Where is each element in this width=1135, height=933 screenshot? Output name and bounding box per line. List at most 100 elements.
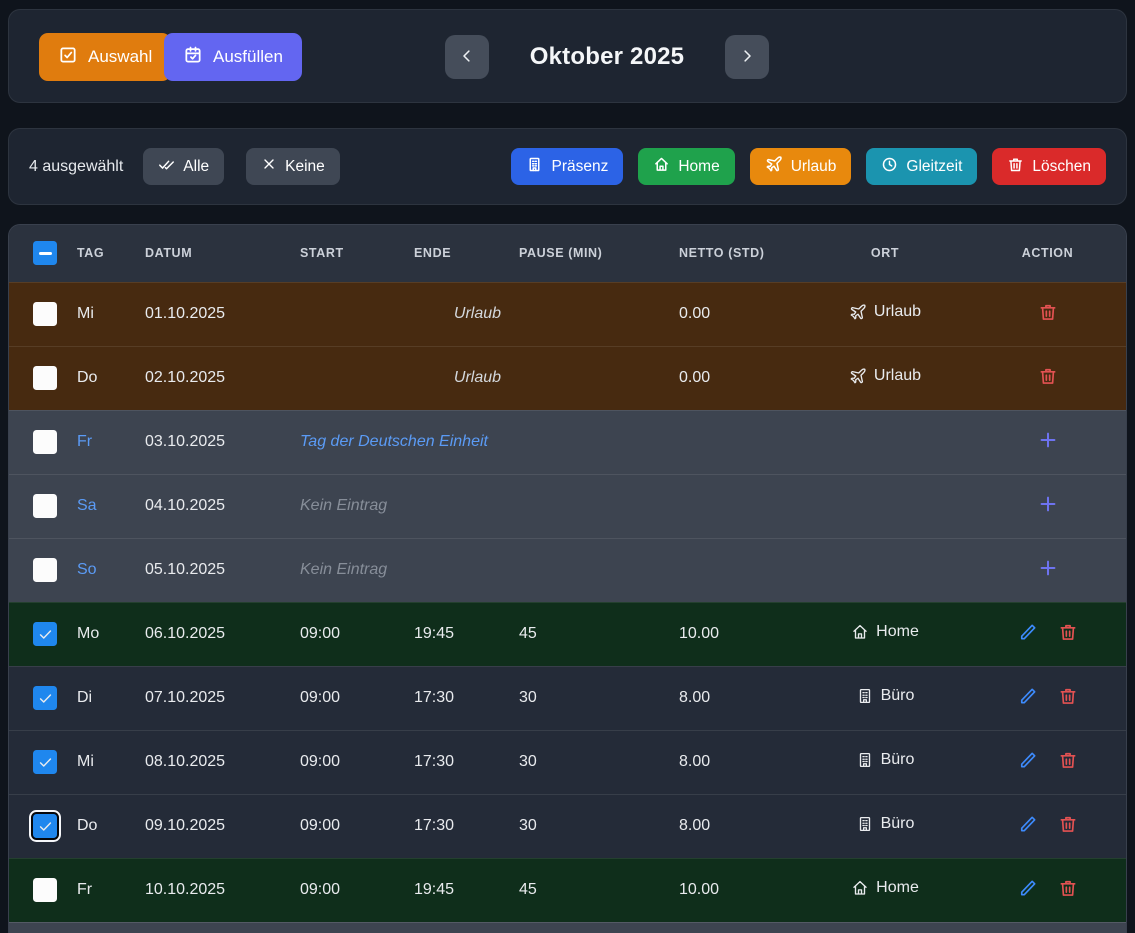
cell-date: 04.10.2025 [133,474,288,538]
edit-button[interactable] [1018,814,1038,834]
page: Auswahl Ausfüllen Oktober 2025 4 ausgewä… [0,9,1135,933]
auswahl-button[interactable]: Auswahl [39,33,171,81]
ort-label: Urlaub [874,303,921,321]
cell-action [967,602,1127,666]
header-tag: TAG [65,225,133,282]
cell-ort [803,474,967,538]
minus-icon [39,252,52,256]
table-row: Mi08.10.202509:0017:30308.00Büro [9,730,1127,794]
home-button[interactable]: Home [638,148,734,185]
row-checkbox[interactable] [33,558,57,582]
header-start: START [288,225,402,282]
pencil-icon [1018,622,1038,642]
ort-label: Büro [881,751,915,769]
check-icon [37,754,54,771]
selection-toolbar: 4 ausgewählt Alle Keine Präsenz Home Url… [8,128,1127,205]
cell-date: 03.10.2025 [133,410,288,474]
select-all-checkbox[interactable] [33,241,57,265]
building-icon [526,156,543,178]
cell-ort: Büro [803,730,967,794]
ort-label: Büro [881,687,915,705]
gleitzeit-button[interactable]: Gleitzeit [866,148,977,185]
delete-button[interactable] [1038,302,1058,322]
cell-start: 09:00 [288,730,402,794]
table-row: Mo06.10.202509:0019:454510.00Home [9,602,1127,666]
row-checkbox[interactable] [33,750,57,774]
table-row: Do09.10.202509:0017:30308.00Büro [9,794,1127,858]
row-checkbox[interactable] [33,814,57,838]
edit-button[interactable] [1018,878,1038,898]
table-row: Di07.10.202509:0017:30308.00Büro [9,666,1127,730]
chevron-left-icon [458,47,476,68]
cell-action [967,410,1127,474]
delete-button[interactable] [1038,366,1058,386]
ort-label: Büro [881,815,915,833]
ausfuellen-label: Ausfüllen [213,47,283,67]
ausfuellen-button[interactable]: Ausfüllen [164,33,302,81]
edit-button[interactable] [1018,750,1038,770]
row-checkbox[interactable] [33,494,57,518]
plane-icon [849,367,867,385]
double-check-icon [158,156,175,178]
prev-month-button[interactable] [445,35,489,79]
cell-note: Tag der Deutschen Einheit [288,410,803,474]
delete-button[interactable] [1058,686,1078,706]
edit-button[interactable] [1018,686,1038,706]
add-button[interactable] [1037,429,1059,451]
timesheet-table: TAG DATUM START ENDE PAUSE (MIN) NETTO (… [9,225,1127,922]
urlaub-button[interactable]: Urlaub [750,148,852,185]
praesenz-button[interactable]: Präsenz [511,148,623,185]
cell-date: 05.10.2025 [133,538,288,602]
cell-ort: Home [803,858,967,922]
row-checkbox-cell [9,666,65,730]
pencil-icon [1018,878,1038,898]
select-none-button[interactable]: Keine [246,148,340,185]
loeschen-button[interactable]: Löschen [992,148,1106,185]
trash-icon [1058,814,1078,834]
select-all-button[interactable]: Alle [143,148,224,185]
calendar-check-icon [183,45,203,70]
row-checkbox-cell [9,538,65,602]
header-ende: ENDE [402,225,507,282]
gleitzeit-label: Gleitzeit [906,158,962,176]
add-button[interactable] [1037,493,1059,515]
cell-netto: 8.00 [667,794,803,858]
check-icon [37,818,54,835]
row-checkbox-cell [9,346,65,410]
cell-ort: Büro [803,666,967,730]
row-checkbox[interactable] [33,686,57,710]
cell-day: Fr [65,858,133,922]
ort-label: Urlaub [874,367,921,385]
row-checkbox-cell [9,474,65,538]
edit-button[interactable] [1018,622,1038,642]
delete-button[interactable] [1058,814,1078,834]
cell-day: Fr [65,410,133,474]
ort-label: Home [876,879,919,897]
plus-icon [1037,557,1059,579]
row-checkbox-cell [9,858,65,922]
header-datum: DATUM [133,225,288,282]
row-checkbox[interactable] [33,302,57,326]
row-checkbox[interactable] [33,366,57,390]
cell-ende: 17:30 [402,730,507,794]
cell-start: 09:00 [288,602,402,666]
table-row: Mi01.10.2025Urlaub0.00Urlaub [9,282,1127,346]
table-header-row: TAG DATUM START ENDE PAUSE (MIN) NETTO (… [9,225,1127,282]
x-icon [261,156,277,177]
add-button[interactable] [1037,557,1059,579]
next-month-button[interactable] [725,35,769,79]
row-checkbox[interactable] [33,878,57,902]
delete-button[interactable] [1058,750,1078,770]
delete-button[interactable] [1058,622,1078,642]
cell-start: 09:00 [288,858,402,922]
clock-icon [881,156,898,178]
row-checkbox[interactable] [33,622,57,646]
delete-button[interactable] [1058,878,1078,898]
trash-icon [1058,878,1078,898]
row-checkbox[interactable] [33,430,57,454]
cell-netto: 10.00 [667,858,803,922]
pencil-icon [1018,750,1038,770]
trash-icon [1058,686,1078,706]
cell-pause: 30 [507,794,667,858]
cell-netto: 8.00 [667,666,803,730]
